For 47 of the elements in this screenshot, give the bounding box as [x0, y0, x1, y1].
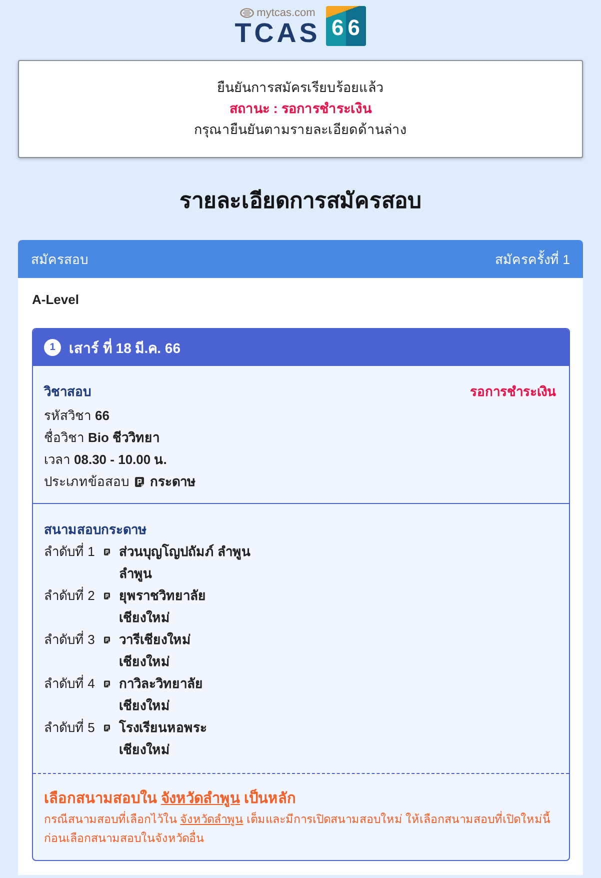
- field-value: Bio ชีววิทยา: [88, 429, 160, 447]
- page-title: รายละเอียดการสมัครสอบ: [178, 187, 422, 215]
- logo-wordmark: TCAS: [234, 20, 320, 46]
- field-value: 08.30 - 10.00 น.: [74, 451, 167, 469]
- site-name: mytcas.com: [256, 6, 316, 20]
- session-number: 1: [44, 339, 61, 356]
- logo-mark-icon: [240, 8, 254, 18]
- venue-province: ลำพูน: [118, 565, 153, 584]
- field-value: 66: [95, 407, 110, 425]
- venue-name: กาวิละวิทยาลัย: [118, 675, 204, 693]
- venue-priority-note: เลือกสนามสอบใน จังหวัดลำพูน เป็นหลัก: [44, 788, 298, 809]
- venue-rule-text: กรณีสนามสอบที่เลือกไว้ใน จังหวัดลำพูน เต็มและมีการเปิดสนามสอบใหม่ ให้เลือกสนามสอบที่เปิดใหม่นี้ก่อนเลือกสนามสอบในจังหวัดอื่น: [44, 811, 556, 849]
- subject-status: รอการชำระเงิน: [470, 383, 556, 401]
- venue-rank: ลำดับที่ 1: [44, 542, 95, 561]
- venue-rank: ลำดับที่ 4: [44, 674, 95, 693]
- document-icon: [104, 723, 110, 733]
- logo-number-tile: 66: [326, 6, 366, 46]
- venue-name: ส่วนบุญโญปถัมภ์ ลำพูน: [118, 542, 250, 562]
- instruction-text: กรุณายืนยันตามรายละเอียดด้านล่าง: [194, 121, 407, 140]
- attempt-label: สมัครครั้งที่ 1: [495, 249, 570, 268]
- confirmation-message: ยืนยันการสมัครเรียบร้อยแล้ว: [217, 79, 384, 97]
- document-icon: [135, 477, 144, 487]
- card-title: สมัครสอบ: [31, 250, 88, 268]
- document-icon: [104, 591, 110, 601]
- venue-province: เชียงใหม่: [118, 741, 171, 759]
- document-icon: [104, 679, 110, 689]
- venue-name: โรงเรียนหอพระ: [118, 718, 208, 737]
- section-heading: วิชาสอบ: [44, 383, 91, 401]
- document-icon: [104, 547, 110, 557]
- field-label: ประเภทข้อสอบ: [44, 473, 129, 491]
- venue-rank: ลำดับที่ 2: [44, 586, 95, 605]
- venue-rank: ลำดับที่ 3: [44, 630, 95, 649]
- venue-name: ยุพราชวิทยาลัย: [118, 587, 207, 606]
- venue-rank: ลำดับที่ 5: [44, 718, 95, 737]
- venue-province: เชียงใหม่: [118, 653, 171, 671]
- venue-province: เชียงใหม่: [118, 697, 171, 715]
- document-icon: [104, 635, 110, 645]
- venue-name: วารีเชียงใหม่: [118, 631, 192, 649]
- payment-status: สถานะ : รอการชำระเงิน: [230, 100, 372, 118]
- field-value: กระดาษ: [150, 473, 196, 491]
- exam-type: A-Level: [32, 291, 79, 309]
- field-label: เวลา: [44, 451, 70, 469]
- venue-province: เชียงใหม่: [118, 609, 171, 627]
- field-label: ชื่อวิชา: [44, 428, 84, 447]
- session-date: เสาร์ ที่ 18 มี.ค. 66: [69, 337, 180, 358]
- section-heading: สนามสอบกระดาษ: [44, 521, 147, 539]
- field-label: รหัสวิชา: [44, 407, 91, 425]
